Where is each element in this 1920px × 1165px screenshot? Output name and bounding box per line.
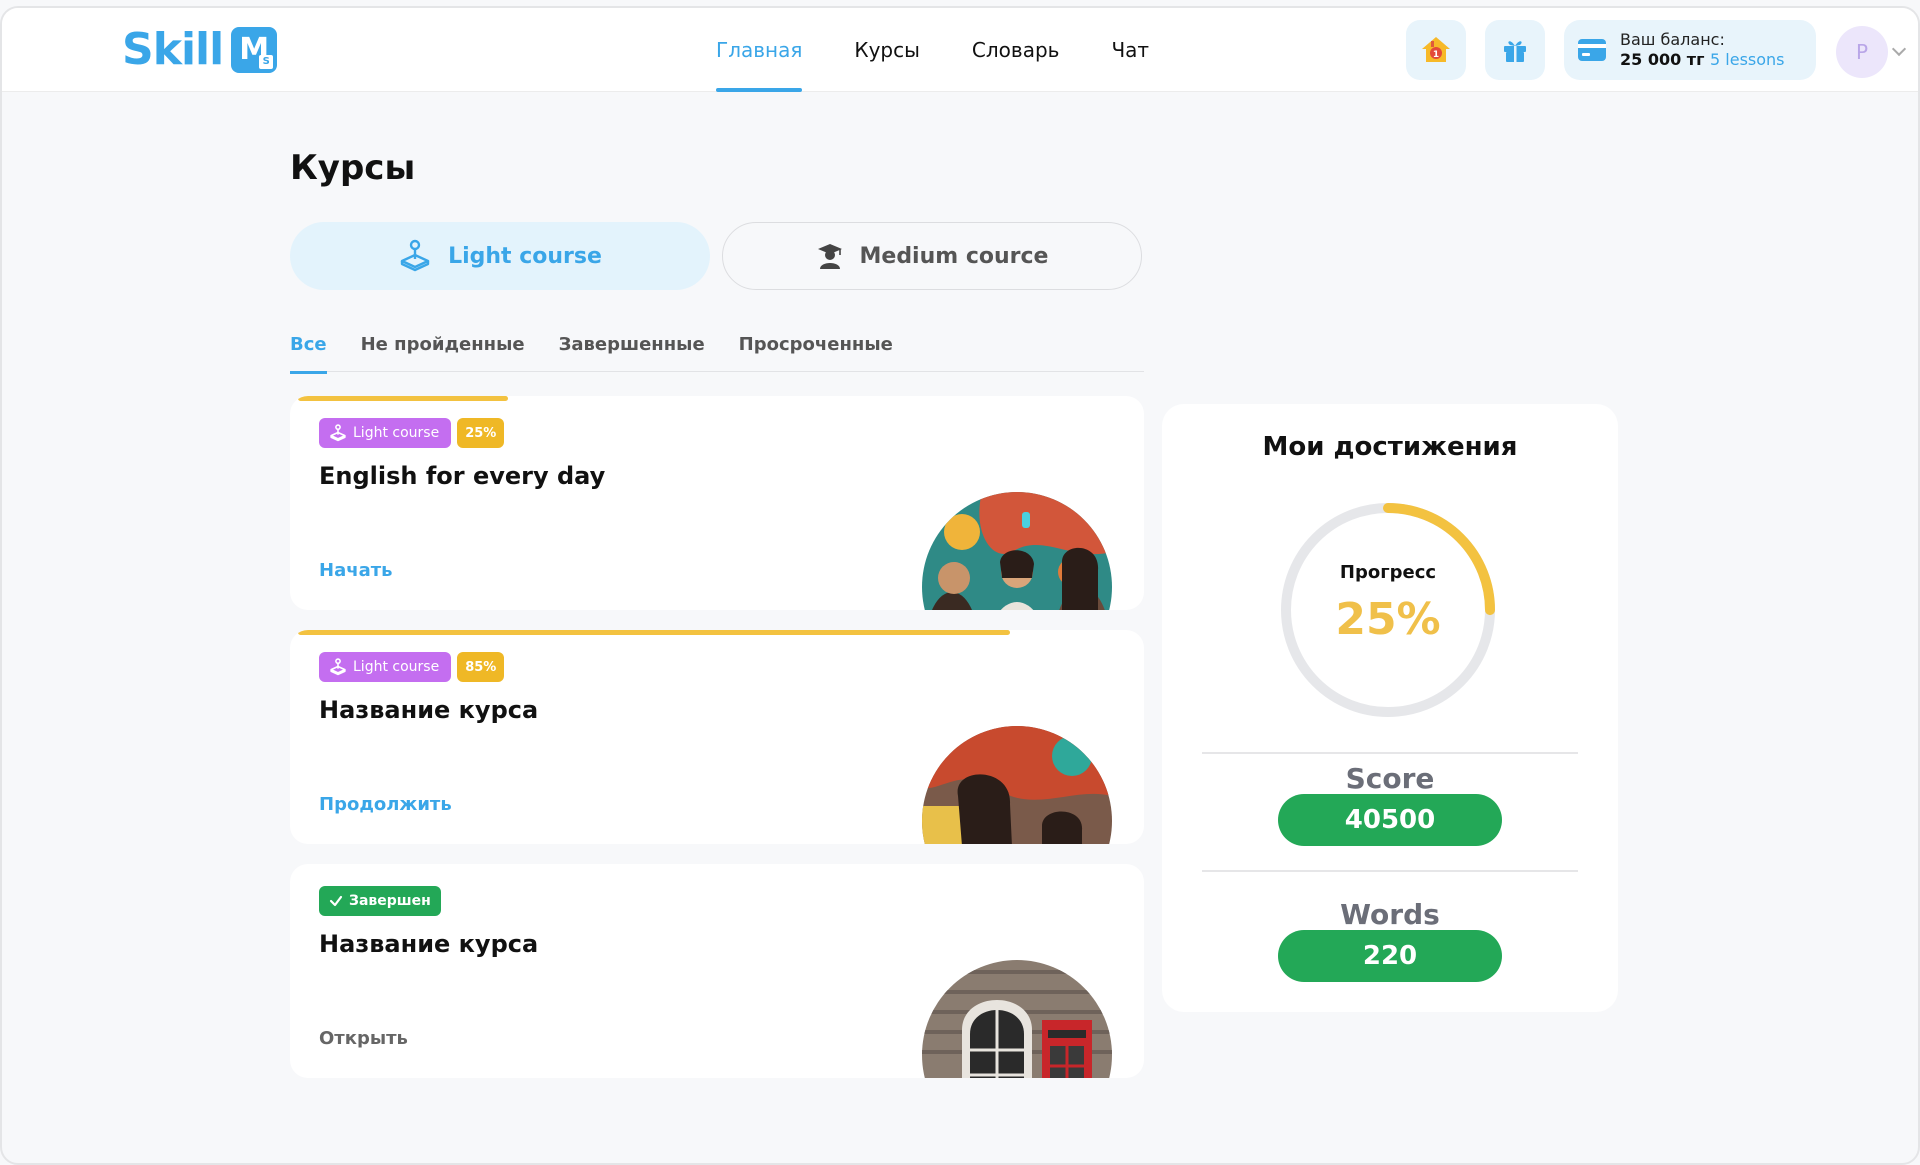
nav-chat[interactable]: Чат bbox=[1111, 8, 1149, 92]
divider bbox=[1202, 870, 1578, 872]
nav-dictionary[interactable]: Словарь bbox=[972, 8, 1060, 92]
progress-label: Прогресс bbox=[1339, 562, 1437, 583]
home-notification-icon: 1 bbox=[1422, 37, 1450, 62]
credit-card-icon bbox=[1578, 39, 1606, 61]
course-type-label: Light course bbox=[353, 425, 440, 441]
friends-laughing-photo bbox=[922, 492, 1112, 610]
score-value: 40500 bbox=[1278, 794, 1502, 846]
tab-not-passed[interactable]: Не пройденные bbox=[361, 326, 525, 372]
score-label: Score bbox=[1345, 762, 1435, 795]
joystick-icon bbox=[330, 658, 346, 676]
logo[interactable]: Skill M S bbox=[122, 24, 278, 75]
medium-course-label: Medium cource bbox=[859, 243, 1049, 269]
course-title: Название курса bbox=[319, 696, 539, 724]
completed-badge: Завершен bbox=[319, 886, 441, 916]
chevron-down-icon[interactable] bbox=[1891, 41, 1907, 57]
balance-label: Ваш баланс: bbox=[1620, 30, 1725, 49]
gift-button[interactable] bbox=[1485, 20, 1545, 80]
home-button[interactable]: 1 bbox=[1406, 20, 1466, 80]
course-title: English for every day bbox=[319, 462, 606, 490]
check-icon bbox=[329, 895, 343, 907]
medium-course-button[interactable]: Medium cource bbox=[722, 222, 1142, 290]
course-title: Название курса bbox=[319, 930, 539, 958]
logo-mark-small: S bbox=[259, 54, 274, 69]
words-label: Words bbox=[1340, 898, 1440, 931]
course-type-badge: Light course bbox=[319, 418, 452, 448]
progress-badge: 85% bbox=[457, 652, 505, 682]
nav-home[interactable]: Главная bbox=[716, 8, 803, 92]
app-window: Skill M S Главная Курсы Словарь Чат 1 Ва… bbox=[0, 6, 1920, 1165]
course-level-switch: Light course Medium cource bbox=[290, 222, 1142, 290]
card-badges: Light course 85% bbox=[319, 652, 505, 682]
page-title: Курсы bbox=[290, 148, 416, 188]
tab-all[interactable]: Все bbox=[290, 326, 327, 374]
light-course-label: Light course bbox=[448, 243, 602, 269]
card-badges: Light course 25% bbox=[319, 418, 505, 448]
balance-widget[interactable]: Ваш баланс: 25 000 тг 5 lessons bbox=[1564, 20, 1816, 80]
london-phone-booth-photo bbox=[922, 960, 1112, 1078]
completed-label: Завершен bbox=[349, 893, 431, 909]
logo-mark: M S bbox=[231, 26, 278, 73]
continue-course-link[interactable]: Продолжить bbox=[319, 794, 452, 815]
card-badges: Завершен bbox=[319, 886, 441, 916]
card-progress-bar bbox=[298, 630, 1011, 635]
top-header: Skill M S Главная Курсы Словарь Чат 1 Ва… bbox=[2, 8, 1918, 92]
course-type-badge: Light course bbox=[319, 652, 452, 682]
achievements-title: Мои достижения bbox=[1262, 432, 1518, 462]
course-card[interactable]: Light course 25% English for every day Н… bbox=[290, 396, 1144, 610]
tab-completed[interactable]: Завершенные bbox=[559, 326, 705, 372]
home-badge-count: 1 bbox=[1433, 50, 1439, 60]
course-filter-tabs: Все Не пройденные Завершенные Просроченн… bbox=[290, 326, 1144, 374]
progress-value: 25% bbox=[1335, 594, 1441, 645]
card-progress-bar bbox=[298, 396, 508, 401]
friends-street-photo bbox=[922, 726, 1112, 844]
words-value: 220 bbox=[1278, 930, 1502, 982]
joystick-icon bbox=[330, 424, 346, 442]
course-card[interactable]: Завершен Название курса Открыть bbox=[290, 864, 1144, 1078]
divider bbox=[1202, 752, 1578, 754]
graduate-icon bbox=[817, 244, 842, 269]
course-card[interactable]: Light course 85% Название курса Продолжи… bbox=[290, 630, 1144, 844]
balance-lessons: 5 lessons bbox=[1710, 50, 1785, 69]
main-nav: Главная Курсы Словарь Чат bbox=[716, 8, 1149, 92]
gift-icon bbox=[1504, 41, 1526, 62]
start-course-link[interactable]: Начать bbox=[319, 560, 393, 581]
joystick-icon bbox=[400, 239, 430, 272]
light-course-button[interactable]: Light course bbox=[290, 222, 710, 290]
balance-amount: 25 000 тг bbox=[1620, 50, 1705, 69]
avatar[interactable]: P bbox=[1836, 26, 1888, 78]
balance-value: 25 000 тг 5 lessons bbox=[1620, 50, 1785, 70]
achievements-panel: Мои достижения Прогресс 25% Score 40500 … bbox=[1162, 404, 1618, 1012]
open-course-link[interactable]: Открыть bbox=[319, 1028, 408, 1049]
logo-text: Skill bbox=[122, 24, 224, 75]
tab-overdue[interactable]: Просроченные bbox=[739, 326, 893, 372]
nav-courses[interactable]: Курсы bbox=[854, 8, 920, 92]
course-type-label: Light course bbox=[353, 659, 440, 675]
progress-badge: 25% bbox=[457, 418, 505, 448]
